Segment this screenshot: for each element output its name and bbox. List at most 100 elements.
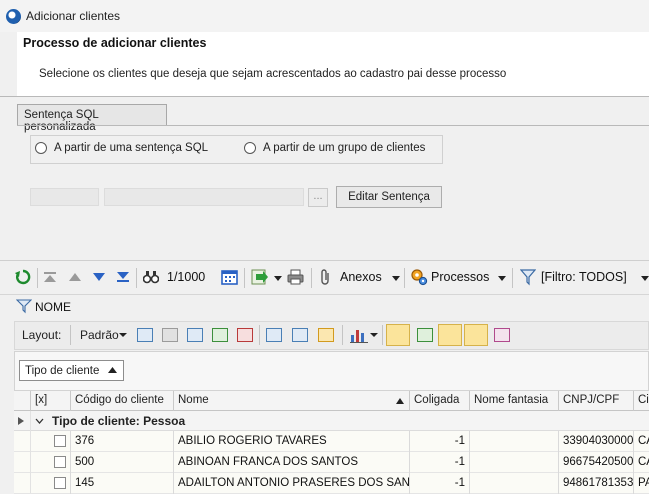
cell-cnpj-cpf: 94861781353 xyxy=(558,473,633,494)
cell-city: CA xyxy=(633,431,649,452)
divider xyxy=(0,96,649,97)
collapse-chevron-icon[interactable] xyxy=(35,418,44,424)
row-select-checkbox[interactable] xyxy=(54,456,66,468)
column-header-cnpj-cpf[interactable]: CNPJ/CPF xyxy=(558,391,633,411)
layout-dropdown-caret[interactable] xyxy=(119,333,127,337)
page-indicator: 1/1000 xyxy=(167,270,206,284)
grid-layout-icon[interactable] xyxy=(187,328,203,342)
footer-toggle-icon[interactable] xyxy=(417,328,433,342)
filter-icon[interactable] xyxy=(520,268,536,286)
chart-icon[interactable] xyxy=(350,327,368,343)
tab-sql-sentence[interactable]: Sentença SQL personalizada xyxy=(17,104,167,133)
header-toggle-icon[interactable] xyxy=(438,324,462,346)
processes-dropdown-caret[interactable] xyxy=(498,276,506,281)
toolbar-separator xyxy=(259,325,260,345)
column-header-name[interactable]: Nome xyxy=(173,391,409,411)
app-logo-icon xyxy=(6,9,21,24)
group-panel-toggle-icon[interactable] xyxy=(386,324,410,346)
sum-icon[interactable] xyxy=(292,328,308,342)
previous-record-icon[interactable] xyxy=(68,272,82,282)
column-header-code[interactable]: Código do cliente xyxy=(70,391,173,411)
cell-code: 145 xyxy=(70,473,173,494)
preview-toggle-icon[interactable] xyxy=(464,324,488,346)
sentence-code-input[interactable] xyxy=(30,188,99,206)
filter-dropdown-caret[interactable] xyxy=(641,276,649,281)
row-select-checkbox[interactable] xyxy=(54,435,66,447)
save-layout-icon[interactable] xyxy=(137,328,153,342)
delete-layout-icon[interactable] xyxy=(162,328,178,342)
row-indicator-icon xyxy=(18,417,24,425)
chart-dropdown-caret[interactable] xyxy=(370,333,378,337)
sort-indicator-row xyxy=(0,294,649,318)
attachments-button[interactable]: Anexos xyxy=(340,270,382,284)
edit-sentence-button[interactable]: Editar Sentença xyxy=(336,186,442,208)
cell-city: CA xyxy=(633,452,649,473)
import-layout-icon[interactable] xyxy=(212,328,228,342)
export-icon[interactable] xyxy=(251,269,269,285)
sentence-name-input[interactable] xyxy=(104,188,304,206)
cell-code: 376 xyxy=(70,431,173,452)
cell-name: ADAILTON ANTONIO PRASERES DOS SANTOS xyxy=(173,473,409,494)
calendar-icon[interactable] xyxy=(221,269,238,285)
column-header-select[interactable]: [x] xyxy=(30,391,70,411)
filter-button[interactable]: [Filtro: TODOS] xyxy=(541,270,627,284)
column-header-coligada[interactable]: Coligada xyxy=(409,391,469,411)
columns-icon[interactable] xyxy=(266,328,282,342)
row-select-checkbox[interactable] xyxy=(54,477,66,489)
attachments-dropdown-caret[interactable] xyxy=(392,276,400,281)
format-icon[interactable] xyxy=(318,328,334,342)
sort-field-label: NOME xyxy=(35,300,71,314)
radio-client-group-label[interactable]: A partir de um grupo de clientes xyxy=(263,142,425,154)
toolbar-separator xyxy=(342,325,343,345)
last-record-icon[interactable] xyxy=(116,271,130,283)
tab-divider xyxy=(17,125,649,126)
group-label: Tipo de cliente: Pessoa xyxy=(52,414,186,428)
font-icon[interactable] xyxy=(494,328,510,342)
processes-button[interactable]: Processos xyxy=(431,270,489,284)
cell-trade-name xyxy=(469,431,558,452)
toolbar-separator xyxy=(311,268,312,288)
cell-coligada: -1 xyxy=(409,473,469,494)
toolbar-separator xyxy=(136,268,137,288)
cell-coligada: -1 xyxy=(409,431,469,452)
sort-ascending-icon[interactable] xyxy=(108,367,117,374)
refresh-icon[interactable] xyxy=(14,268,32,286)
export-dropdown-caret[interactable] xyxy=(274,276,282,281)
cell-name: ABILIO ROGERIO TAVARES xyxy=(173,431,409,452)
column-header-city[interactable]: Cid xyxy=(633,391,649,411)
cell-trade-name xyxy=(469,473,558,494)
radio-client-group[interactable] xyxy=(244,142,256,154)
cell-coligada: -1 xyxy=(409,452,469,473)
window-title: Adicionar clientes xyxy=(26,9,121,23)
toolbar-separator xyxy=(404,268,405,288)
toolbar-separator xyxy=(382,325,383,345)
cell-cnpj-cpf: 96675420500 xyxy=(558,452,633,473)
cell-code: 500 xyxy=(70,452,173,473)
first-record-icon[interactable] xyxy=(43,271,57,283)
toolbar-separator xyxy=(244,268,245,288)
next-record-icon[interactable] xyxy=(92,272,106,282)
cell-city: PA xyxy=(633,473,649,494)
page-description: Selecione os clientes que deseja que sej… xyxy=(39,68,507,80)
sort-filter-icon[interactable] xyxy=(16,298,32,314)
column-divider xyxy=(30,411,31,493)
cell-trade-name xyxy=(469,452,558,473)
cell-cnpj-cpf: 33904030000 xyxy=(558,431,633,452)
radio-sql-sentence-label[interactable]: A partir de uma sentença SQL xyxy=(54,142,208,154)
column-header-trade-name[interactable]: Nome fantasia xyxy=(469,391,558,411)
toolbar-separator xyxy=(70,325,71,345)
page-title: Processo de adicionar clientes xyxy=(23,36,207,50)
binoculars-icon[interactable] xyxy=(143,270,159,284)
toolbar-separator xyxy=(37,268,38,288)
print-icon[interactable] xyxy=(287,269,304,285)
layout-select[interactable]: Padrão xyxy=(80,328,119,342)
browse-button[interactable]: ... xyxy=(308,188,328,207)
radio-sql-sentence[interactable] xyxy=(35,142,47,154)
divider xyxy=(0,260,649,261)
processes-gear-icon[interactable] xyxy=(410,268,428,286)
toolbar-separator xyxy=(512,268,513,288)
layout-label: Layout: xyxy=(22,328,62,342)
export-layout-icon[interactable] xyxy=(237,328,253,342)
paperclip-icon[interactable] xyxy=(319,268,333,286)
sort-ascending-icon xyxy=(396,398,404,404)
